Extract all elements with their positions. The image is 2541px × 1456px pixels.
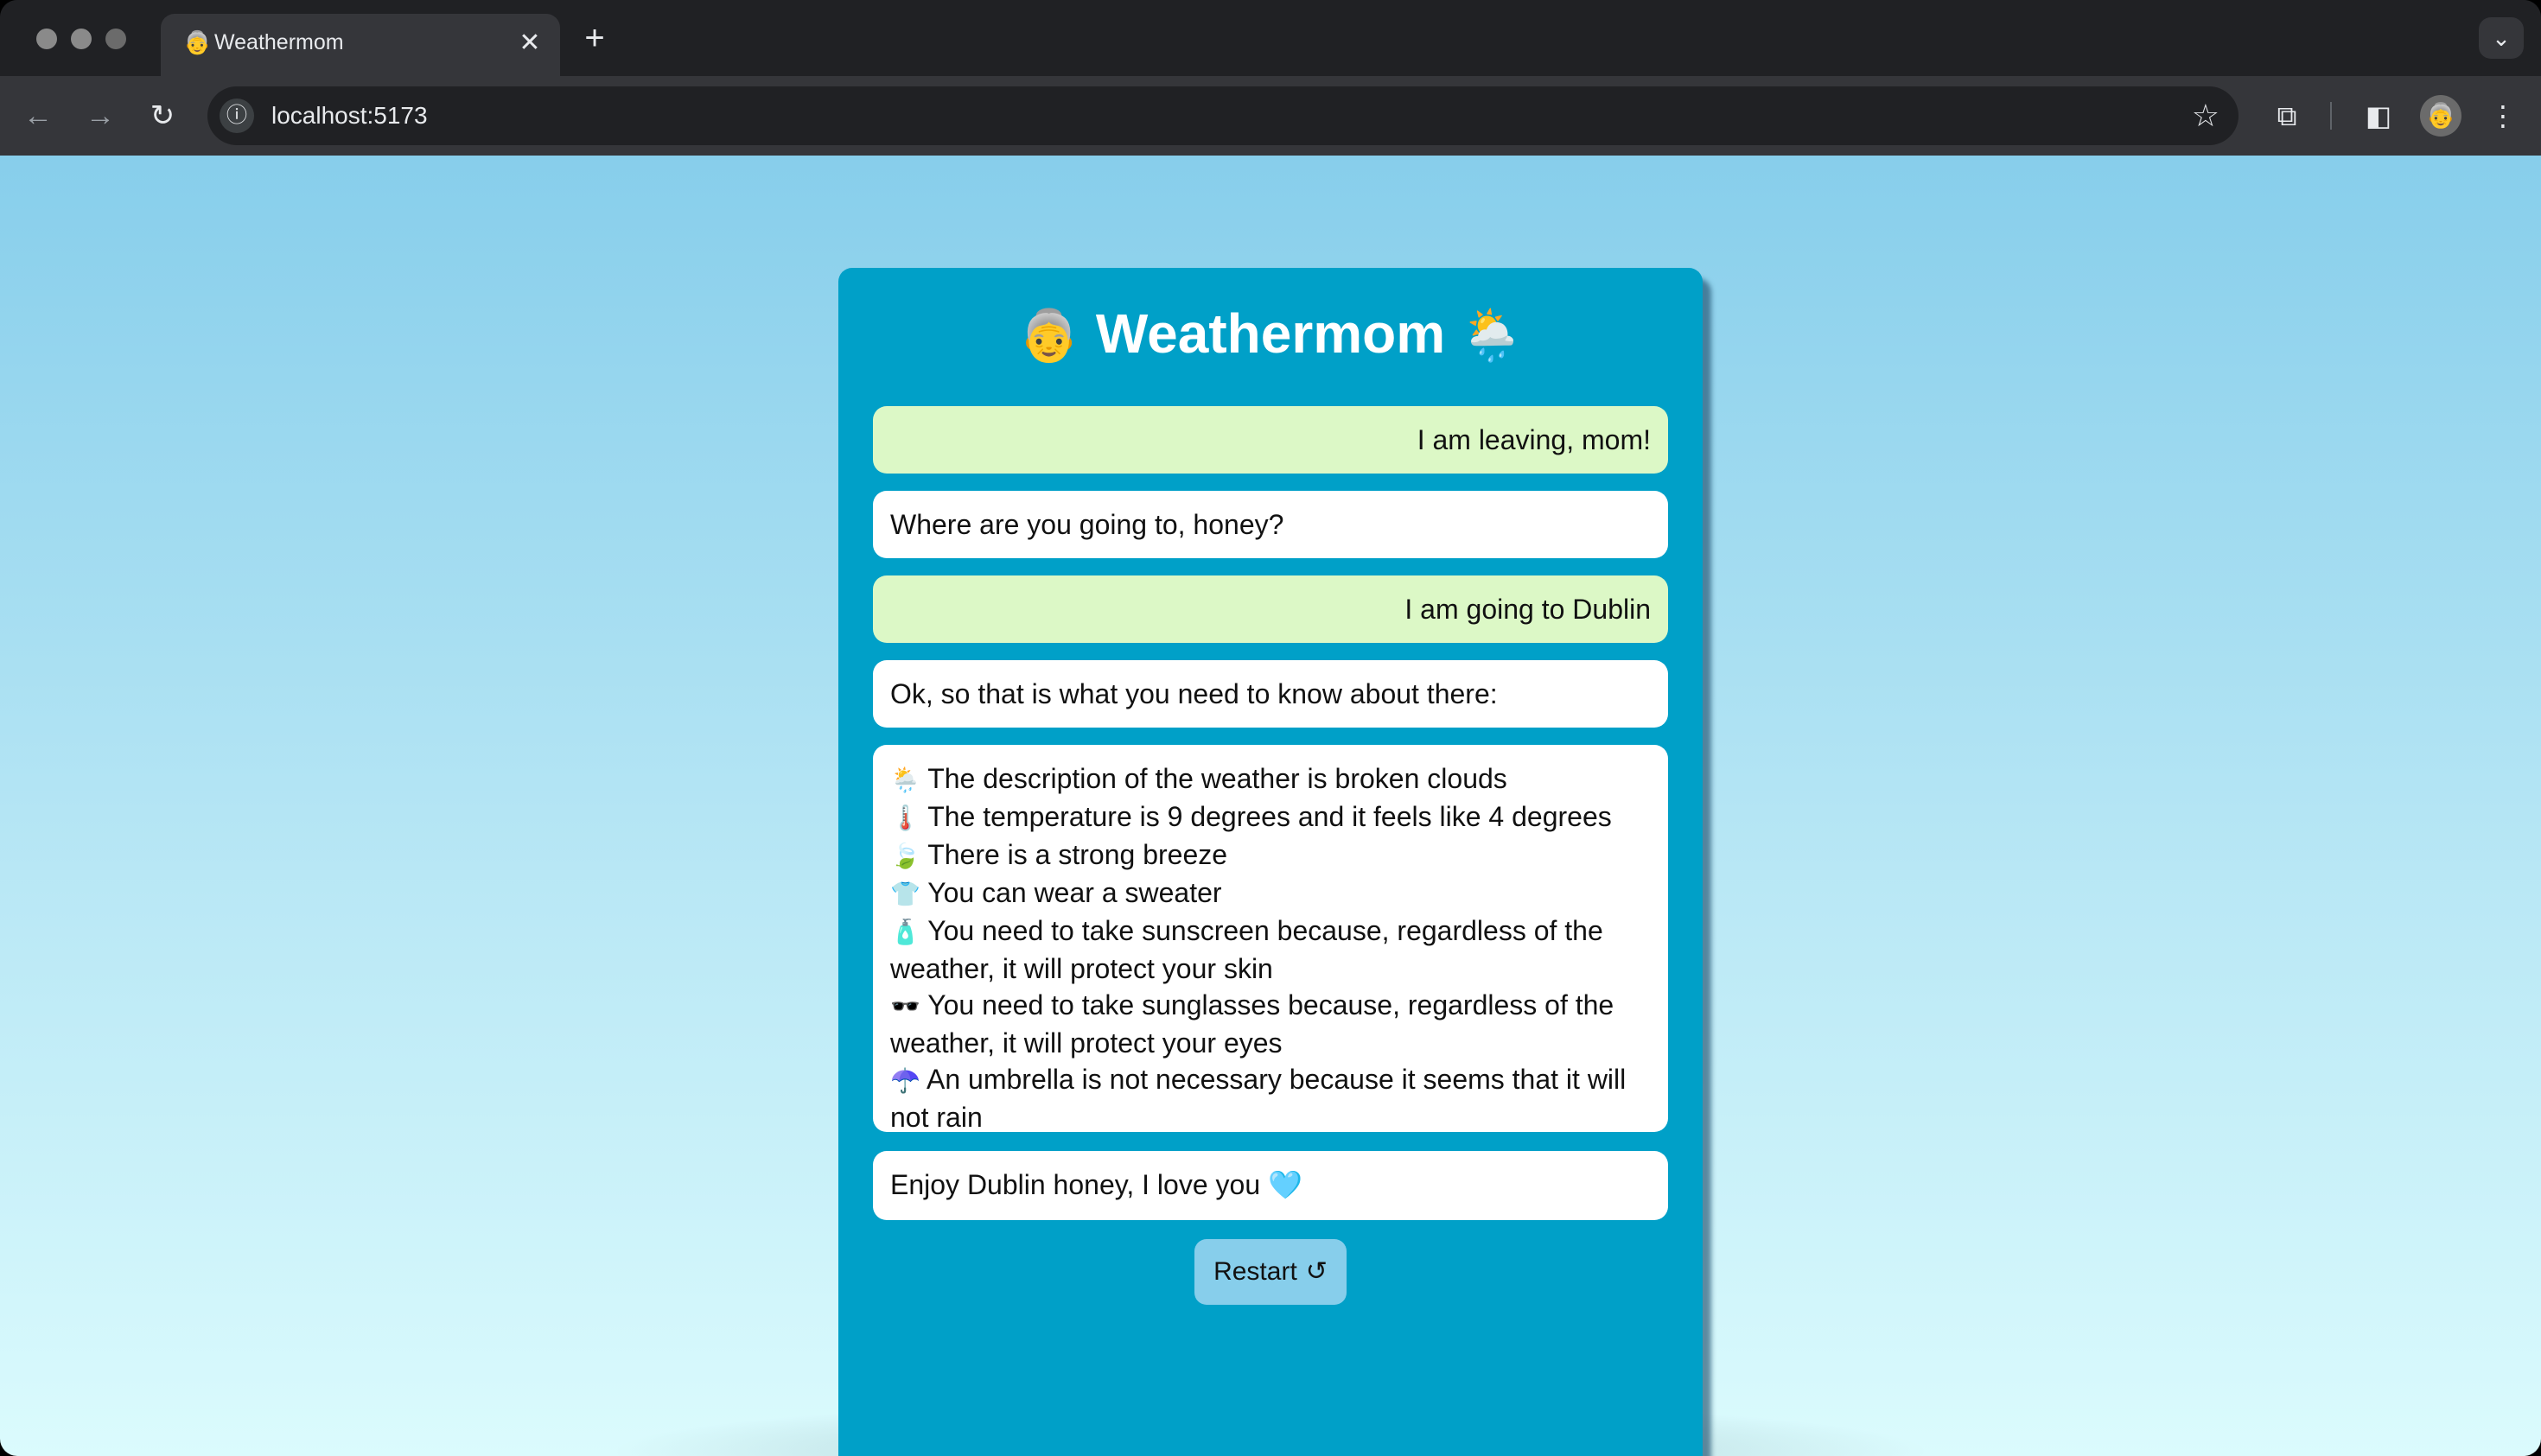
maximize-window-button[interactable]: [105, 29, 126, 49]
weather-line: 🍃 There is a strong breeze: [890, 836, 1651, 874]
mom-message: Ok, so that is what you need to know abo…: [873, 660, 1668, 728]
tab-strip: 👵 Weathermom ✕ + ⌄: [0, 0, 2541, 76]
weather-line-text: An umbrella is not necessary because it …: [890, 1064, 1627, 1133]
weather-line: 🧴 You need to take sunscreen because, re…: [890, 912, 1651, 987]
site-info-icon[interactable]: ⓘ: [220, 99, 254, 133]
weather-line: 🌡️ The temperature is 9 degrees and it f…: [890, 798, 1651, 836]
weather-line-text: You need to take sunscreen because, rega…: [890, 915, 1603, 984]
minimize-window-button[interactable]: [71, 29, 92, 49]
sun-cloud-rain-icon: 🌦️: [890, 766, 920, 793]
umbrella-icon: ☂️: [890, 1067, 920, 1094]
user-message: I am leaving, mom!: [873, 406, 1668, 474]
app-title-text: Weathermom: [1095, 302, 1446, 365]
url-text[interactable]: localhost:5173: [271, 99, 428, 133]
leaf-wind-icon: 🍃: [890, 842, 920, 869]
mom-farewell-message: Enjoy Dublin honey, I love you 🩵: [873, 1151, 1668, 1220]
tab-title: Weathermom: [214, 30, 344, 54]
weather-report-message: 🌦️ The description of the weather is bro…: [873, 745, 1668, 1135]
extensions-icon[interactable]: ⧉: [2268, 97, 2306, 135]
restart-icon: ↺: [1305, 1257, 1328, 1286]
weather-line-text: The description of the weather is broken…: [927, 763, 1507, 794]
weather-line-text: There is a strong breeze: [927, 839, 1228, 870]
weather-line: 🌦️ The description of the weather is bro…: [890, 760, 1651, 798]
close-window-button[interactable]: [36, 29, 57, 49]
sunglasses-icon: 🕶️: [890, 993, 920, 1020]
app-title: 👵 Weathermom 🌦️: [838, 299, 1703, 371]
tshirt-icon: 👕: [890, 881, 920, 907]
side-panel-icon[interactable]: ◧: [2360, 97, 2398, 135]
profile-avatar[interactable]: 👵: [2420, 95, 2461, 137]
user-message: I am going to Dublin: [873, 575, 1668, 643]
blue-heart-icon: 🩵: [1268, 1169, 1302, 1200]
address-bar[interactable]: ⓘ localhost:5173 ☆: [207, 86, 2238, 145]
browser-menu-icon[interactable]: ⋮: [2484, 97, 2522, 135]
back-button[interactable]: ←: [19, 97, 57, 135]
tab-search-button[interactable]: ⌄: [2479, 17, 2524, 59]
farewell-text: Enjoy Dublin honey, I love you: [890, 1169, 1261, 1200]
tab-weathermom[interactable]: 👵 Weathermom ✕: [161, 14, 560, 76]
restart-button[interactable]: Restart ↺: [1194, 1239, 1347, 1305]
tab-favicon-icon: 👵: [183, 29, 212, 55]
toolbar-divider: [2330, 102, 2332, 130]
tab-close-icon[interactable]: ✕: [515, 29, 544, 58]
weather-line-text: The temperature is 9 degrees and it feel…: [927, 801, 1612, 832]
browser-window: 👵 Weathermom ✕ + ⌄ ← → ↻ ⓘ localhost:517…: [0, 0, 2541, 1456]
page-viewport: 👵 Weathermom 🌦️ I am leaving, mom! Where…: [0, 156, 2541, 1456]
mom-message: Where are you going to, honey?: [873, 491, 1668, 558]
restart-label: Restart: [1213, 1257, 1297, 1286]
weather-icon: 🌦️: [1460, 308, 1524, 364]
weather-line: 👕 You can wear a sweater: [890, 874, 1651, 912]
chat-card: 👵 Weathermom 🌦️ I am leaving, mom! Where…: [838, 268, 1703, 1456]
weather-line-text: You can wear a sweater: [927, 877, 1222, 908]
lotion-bottle-icon: 🧴: [890, 919, 920, 945]
weather-line: 🕶️ You need to take sunglasses because, …: [890, 987, 1651, 1061]
browser-toolbar: ← → ↻ ⓘ localhost:5173 ☆ ⧉ ◧ 👵 ⋮: [0, 76, 2541, 156]
new-tab-button[interactable]: +: [577, 21, 612, 55]
forward-button[interactable]: →: [81, 97, 119, 135]
grandma-icon: 👵: [1017, 308, 1081, 364]
thermometer-icon: 🌡️: [890, 804, 920, 831]
weather-line-text: You need to take sunglasses because, reg…: [890, 989, 1614, 1059]
reload-button[interactable]: ↻: [143, 97, 182, 135]
bookmark-star-icon[interactable]: ☆: [2192, 97, 2219, 135]
weather-line: ☂️ An umbrella is not necessary because …: [890, 1061, 1651, 1135]
